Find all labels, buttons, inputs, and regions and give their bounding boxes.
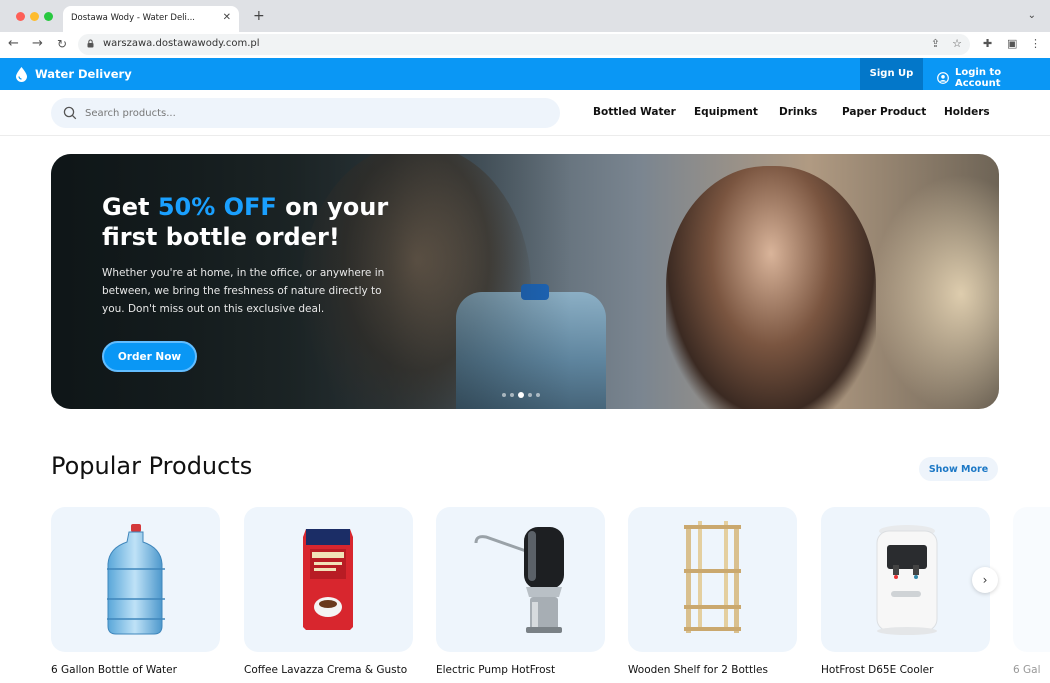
nav-equipment[interactable]: Equipment — [694, 106, 758, 118]
product-name: HotFrost D65E Cooler — [821, 664, 934, 676]
product-image — [1013, 507, 1050, 652]
coffee-pack-icon — [303, 529, 353, 630]
carousel-dot[interactable] — [536, 393, 540, 397]
search-icon — [63, 106, 77, 120]
show-more-button[interactable]: Show More — [919, 457, 998, 481]
pump-icon — [474, 527, 564, 633]
category-nav-row: Bottled Water Equipment Drinks Paper Pro… — [0, 90, 1050, 136]
product-card[interactable]: HotFrost D65E Cooler — [821, 507, 991, 683]
product-card[interactable]: Wooden Shelf for 2 Bottles — [628, 507, 798, 683]
cooler-icon — [876, 525, 938, 635]
logo-text: Water Delivery — [35, 67, 132, 81]
tab-strip: Dostawa Wody - Water Deli... ✕ + ⌄ — [0, 0, 1050, 34]
hero-description: Whether you're at home, in the office, o… — [102, 267, 385, 315]
section-title: Popular Products — [51, 452, 253, 480]
product-image — [436, 507, 605, 652]
maximize-window-button[interactable] — [44, 12, 53, 21]
product-card[interactable]: Coffee Lavazza Crema & Gusto — [244, 507, 414, 683]
hero-banner: Get 50% OFF on your first bottle order! … — [51, 154, 999, 409]
sign-up-button[interactable]: Sign Up — [860, 58, 923, 90]
side-panel-icon[interactable]: ▣ — [1007, 37, 1017, 50]
carousel-dots — [502, 392, 540, 398]
close-tab-icon[interactable]: ✕ — [223, 12, 231, 23]
back-arrow-icon[interactable]: ← — [8, 36, 19, 52]
browser-tab[interactable]: Dostawa Wody - Water Deli... ✕ — [63, 6, 239, 34]
address-bar[interactable]: warszawa.dostawawody.com.pl ⇪ ☆ — [78, 34, 970, 55]
shelf-icon — [684, 521, 741, 633]
product-card[interactable]: 6 Gallon Bottle of Water — [51, 507, 221, 683]
search-input[interactable] — [85, 104, 525, 122]
order-now-button[interactable]: Order Now — [102, 341, 197, 372]
hero-title: Get 50% OFF on your first bottle order! — [102, 193, 389, 251]
browser-toolbar: ← → ↻ warszawa.dostawawody.com.pl ⇪ ☆ ✚ … — [0, 32, 1050, 58]
hero-title-highlight: 50% OFF — [157, 193, 277, 221]
carousel-dot-active[interactable] — [518, 392, 524, 398]
nav-bottled-water[interactable]: Bottled Water — [593, 106, 676, 118]
browser-chrome: Dostawa Wody - Water Deli... ✕ + ⌄ ← → ↻… — [0, 0, 1050, 58]
product-image — [51, 507, 220, 652]
extensions-puzzle-icon[interactable]: ✚ — [983, 37, 992, 50]
forward-arrow-icon[interactable]: → — [32, 36, 43, 52]
product-card-partial[interactable]: 6 Gal — [1013, 507, 1050, 683]
lock-icon — [87, 39, 94, 48]
new-tab-icon[interactable]: + — [253, 8, 265, 24]
login-label: Login to Account — [955, 67, 1002, 89]
user-circle-icon — [937, 72, 949, 84]
reload-icon[interactable]: ↻ — [57, 36, 67, 52]
product-name: 6 Gal — [1013, 664, 1041, 676]
carousel-dot[interactable] — [502, 393, 506, 397]
carousel-dot[interactable] — [528, 393, 532, 397]
hero-window-light — [871, 174, 999, 409]
product-image — [244, 507, 413, 652]
product-name: Coffee Lavazza Crema & Gusto — [244, 664, 408, 676]
product-image — [628, 507, 797, 652]
carousel-next-chevron-icon[interactable]: › — [972, 567, 998, 593]
share-icon[interactable]: ⇪ — [931, 37, 940, 50]
browser-menu-icon[interactable]: ⋮ — [1030, 37, 1041, 50]
nav-holders[interactable]: Holders — [944, 106, 990, 118]
nav-drinks[interactable]: Drinks — [779, 106, 817, 118]
tab-search-chevron-icon[interactable]: ⌄ — [1028, 10, 1036, 21]
product-name: 6 Gallon Bottle of Water — [51, 664, 177, 676]
bookmark-star-icon[interactable]: ☆ — [952, 37, 962, 50]
hero-image-woman — [666, 166, 876, 409]
site-topbar: Water Delivery Sign Up Login to Account — [0, 58, 1050, 90]
product-image — [821, 507, 990, 652]
minimize-window-button[interactable] — [30, 12, 39, 21]
tab-title: Dostawa Wody - Water Deli... — [71, 13, 196, 23]
carousel-dot[interactable] — [510, 393, 514, 397]
nav-paper-product[interactable]: Paper Product — [842, 106, 926, 118]
product-card[interactable]: Electric Pump HotFrost — [436, 507, 606, 683]
close-window-button[interactable] — [16, 12, 25, 21]
water-bottle-icon — [107, 524, 165, 635]
url-text: warszawa.dostawawody.com.pl — [103, 38, 260, 49]
product-name: Wooden Shelf for 2 Bottles — [628, 664, 768, 676]
search-bar[interactable] — [51, 98, 560, 128]
site-logo[interactable]: Water Delivery — [15, 66, 132, 82]
water-drop-icon — [16, 67, 27, 82]
product-name: Electric Pump HotFrost — [436, 664, 556, 676]
login-button[interactable]: Login to Account — [937, 67, 1050, 89]
